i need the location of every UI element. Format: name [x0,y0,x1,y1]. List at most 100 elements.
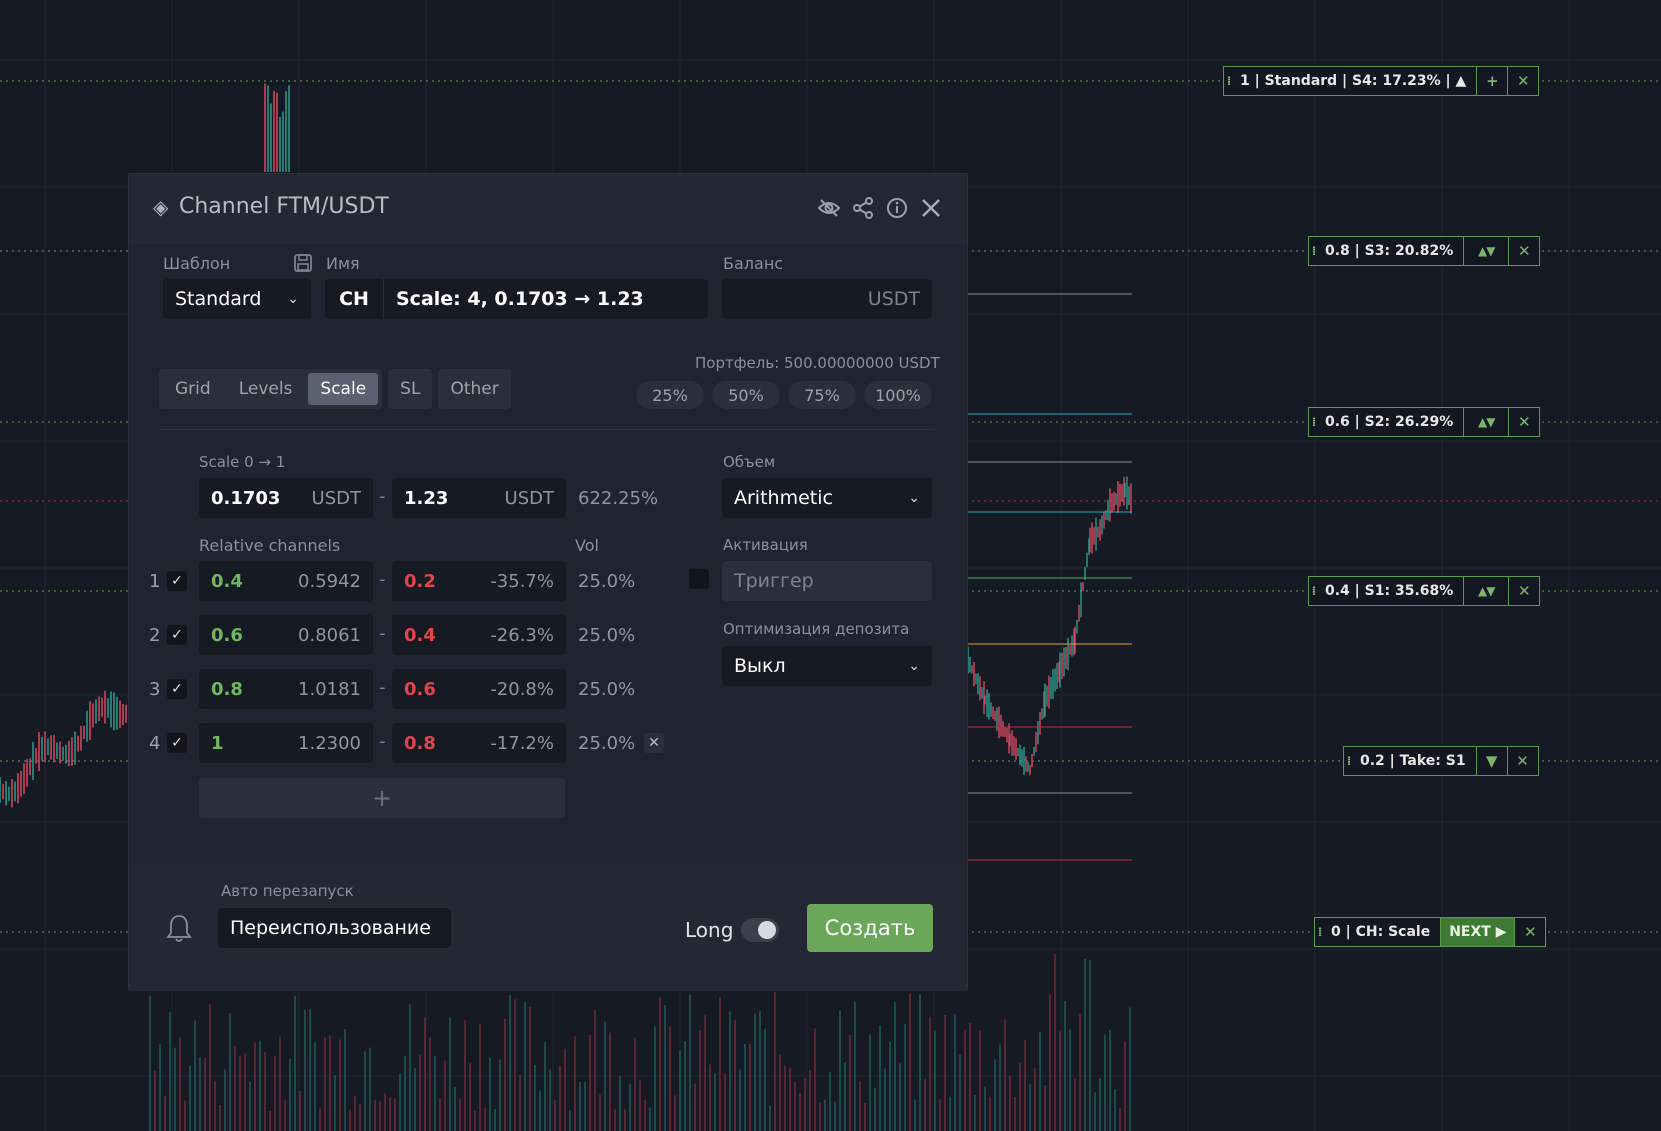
row-take-input[interactable]: 0.2 -35.7% [392,561,566,601]
drag-handle-icon[interactable]: ⁞ [1309,408,1319,436]
row-number: 1 [149,571,161,592]
row-volume: 25.0% [578,733,636,754]
close-icon[interactable]: ✕ [1506,747,1538,775]
close-icon[interactable]: ✕ [1507,67,1538,95]
row-checkbox[interactable]: ✓ [167,625,187,645]
portfolio-text: Портфель: 500.00000000 USDT [695,354,940,372]
share-icon[interactable] [849,194,877,222]
close-icon[interactable]: ✕ [1514,918,1545,946]
close-icon[interactable] [917,194,945,222]
create-button[interactable]: Создать [807,904,933,952]
mode-tabs: Grid Levels Scale SL Other [159,369,517,409]
bell-icon[interactable] [165,914,193,942]
chevron-down-icon: ⌄ [908,658,920,674]
close-icon[interactable]: ✕ [1508,577,1539,605]
range-dash: - [379,569,386,590]
row-volume: 25.0% [578,571,636,592]
order-label-channel[interactable]: ⁞ 0 | CH: Scale NEXT ▶ ✕ [1314,917,1547,947]
next-button[interactable]: NEXT ▶ [1440,918,1515,946]
name-prefix: CH [325,279,384,319]
row-level-input[interactable]: 0.6 0.8061 [199,615,373,655]
row-volume: 25.0% [578,679,636,700]
row-take-input[interactable]: 0.6 -20.8% [392,669,566,709]
template-label: Шаблон [163,254,231,273]
volume-label: Объем [723,453,776,471]
row-level-input[interactable]: 0.4 0.5942 [199,561,373,601]
close-icon[interactable]: ✕ [1508,408,1539,436]
activation-label: Активация [723,536,808,554]
row-checkbox[interactable]: ✓ [167,733,187,753]
drag-handle-icon[interactable]: ⁞ [1224,67,1234,95]
drag-handle-icon[interactable]: ⁞ [1309,237,1319,265]
percent-50-button[interactable]: 50% [712,381,780,409]
order-label-take[interactable]: ⁞ 0.2 | Take: S1 ▼ ✕ [1343,746,1539,776]
balance-label: Баланс [723,254,784,273]
percent-100-button[interactable]: 100% [864,381,932,409]
tab-grid[interactable]: Grid [163,373,223,405]
channel-lines [968,293,1132,861]
trigger-input[interactable]: Триггер [722,561,932,601]
hide-eye-icon[interactable] [815,194,843,222]
plus-icon[interactable]: + [1476,67,1507,95]
info-icon[interactable] [883,194,911,222]
row-number: 3 [149,679,161,700]
save-icon[interactable] [289,249,317,277]
tab-scale[interactable]: Scale [308,373,379,405]
row-number: 4 [149,733,161,754]
order-label-s3[interactable]: ⁞ 0.8 | S3: 20.82% ▲▼ ✕ [1308,236,1541,266]
row-number: 2 [149,625,161,646]
range-dash: - [379,677,386,698]
binance-logo-icon: ◈ [153,195,169,219]
row-take-input[interactable]: 0.8 -17.2% [392,723,566,763]
name-value: Scale: 4, 0.1703 → 1.23 [396,288,644,310]
scale-label: Scale 0 → 1 [199,453,286,471]
name-label: Имя [326,254,360,273]
range-dash: - [379,731,386,752]
toggle-knob [758,921,776,939]
up-down-arrows-icon[interactable]: ▲▼ [1463,408,1508,436]
dialog-title: Channel FTM/USDT [179,194,389,219]
row-volume: 25.0% [578,625,636,646]
long-label: Long [685,918,734,942]
auto-restart-label: Авто перезапуск [221,882,354,900]
name-input[interactable]: CH Scale: 4, 0.1703 → 1.23 [325,279,708,319]
divider [159,429,935,430]
deposit-optimization-select[interactable]: Выкл ⌄ [722,646,932,686]
chevron-down-icon: ⌄ [287,291,299,307]
long-toggle[interactable] [741,918,779,942]
up-down-arrows-icon[interactable]: ▲▼ [1463,577,1508,605]
tab-sl[interactable]: SL [388,369,433,409]
up-down-arrows-icon[interactable]: ▲▼ [1463,237,1508,265]
order-label-s2[interactable]: ⁞ 0.6 | S2: 26.29% ▲▼ ✕ [1308,407,1541,437]
activation-checkbox[interactable] [689,569,709,589]
close-icon[interactable]: ✕ [1508,237,1539,265]
remove-row-icon[interactable]: ✕ [644,733,664,753]
percent-25-button[interactable]: 25% [636,381,704,409]
scale-percent: 622.25% [578,488,659,509]
row-checkbox[interactable]: ✓ [167,571,187,591]
drag-handle-icon[interactable]: ⁞ [1344,747,1354,775]
order-label-s1[interactable]: ⁞ 0.4 | S1: 35.68% ▲▼ ✕ [1308,576,1541,606]
drag-handle-icon[interactable]: ⁞ [1309,577,1319,605]
row-checkbox[interactable]: ✓ [167,679,187,699]
drag-handle-icon[interactable]: ⁞ [1315,918,1325,946]
relative-channels-label: Relative channels [199,536,341,555]
row-level-input[interactable]: 0.8 1.0181 [199,669,373,709]
row-take-input[interactable]: 0.4 -26.3% [392,615,566,655]
percent-75-button[interactable]: 75% [788,381,856,409]
order-label-s4[interactable]: ⁞ 1 | Standard | S4: 17.23% | ▲ + ✕ [1223,66,1540,96]
scale-to-input[interactable]: 1.23 USDT [392,478,566,518]
add-row-button[interactable]: + [199,778,565,818]
down-arrow-icon[interactable]: ▼ [1475,747,1507,775]
deposit-optimization-label: Оптимизация депозита [723,620,910,638]
tab-other[interactable]: Other [438,369,511,409]
row-level-input[interactable]: 1 1.2300 [199,723,373,763]
auto-restart-select[interactable]: Переиспользование [218,908,451,948]
volume-select[interactable]: Arithmetic ⌄ [722,478,932,518]
template-select[interactable]: Standard ⌄ [163,279,311,319]
channel-dialog: ◈ Channel FTM/USDT Шаблон Имя Баланс Sta… [128,173,968,991]
tab-levels[interactable]: Levels [227,373,305,405]
scale-from-input[interactable]: 0.1703 USDT [199,478,373,518]
range-dash: - [379,486,386,507]
balance-input[interactable]: USDT [722,279,932,319]
